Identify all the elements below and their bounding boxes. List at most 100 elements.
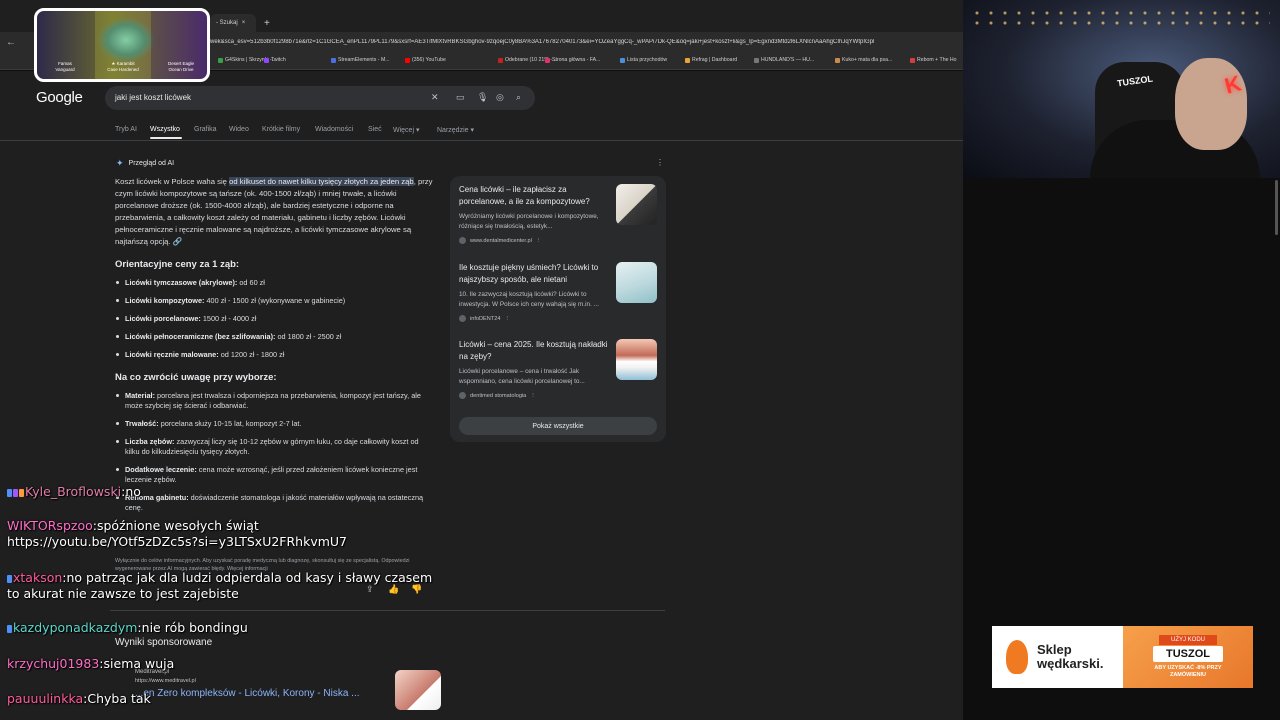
ai-overview-header: ✦ Przegląd od AI [116, 158, 174, 169]
chat-message: pauuulinkka:Chyba tak [7, 691, 437, 707]
shop-name-line2: wędkarski. [1037, 656, 1104, 671]
tab-label: - Szukaj [216, 20, 238, 26]
link-icon[interactable]: 🔗 [173, 237, 183, 246]
bookmark-favicon-icon [498, 57, 503, 63]
source-card-site[interactable]: dentimed stomatologia ⋮ [459, 392, 536, 399]
tab-8[interactable]: Narzędzie ▾ [437, 126, 474, 134]
prices-term: Licówki ręcznie malowane: [125, 350, 219, 359]
keyboard-icon[interactable]: ▭ [456, 92, 465, 103]
prices-item: Licówki pełnoceramiczne (bez szlifowania… [115, 332, 435, 342]
google-logo[interactable]: Google [36, 89, 83, 106]
chat-text: nie rób bondingu [141, 620, 248, 635]
bookmark-item[interactable]: HUNDLAND'S — HU... [754, 57, 814, 63]
bookmark-favicon-icon [545, 57, 550, 63]
prices-item: Licówki tymczasowe (akrylowe): od 60 zł [115, 278, 435, 288]
source-card-title[interactable]: Licówki – cena 2025. Ile kosztują nakład… [459, 339, 611, 363]
header-divider [0, 140, 963, 141]
bookmark-label: Rebom + The Ho [917, 57, 957, 63]
tab-5[interactable]: Wiadomości [315, 126, 353, 133]
new-tab-button[interactable]: + [258, 14, 276, 32]
bookmark-favicon-icon [910, 57, 915, 63]
bookmark-item[interactable]: Kuko+ mata dla psa... [835, 57, 892, 63]
tab-4[interactable]: Krótkie filmy [262, 126, 300, 133]
more-options-icon[interactable]: ⋮ [530, 393, 536, 399]
chat-badge-icon [7, 574, 12, 583]
browser-tab[interactable]: - Szukaj × [210, 14, 256, 32]
more-options-icon[interactable]: ⋮ [504, 316, 510, 322]
url-text[interactable]: wek&sca_esv=512b3b0f1298b71e&rlz=1C1GCEA… [210, 39, 960, 45]
site-favicon-icon [459, 315, 466, 322]
bookmark-item[interactable]: Rebom + The Ho [910, 57, 957, 63]
chat-username[interactable]: WIKTORspzoo [7, 518, 93, 533]
more-options-icon[interactable]: ⋮ [536, 238, 542, 244]
prices-text: od 1200 zł - 1800 zł [218, 350, 285, 359]
bookmark-item[interactable]: Strona główna - FA... [545, 57, 600, 63]
skin-label: Desert Eagle Ocean Drive [167, 61, 194, 72]
site-favicon-icon [459, 392, 466, 399]
source-card-description: Licówki porcelanowe – cena i trwałość Ja… [459, 368, 585, 385]
chat-username[interactable]: pauuulinkka [7, 691, 83, 706]
bookmark-label: Strona główna - FA... [552, 57, 601, 63]
skin-item: Famas Vanguard [37, 11, 93, 79]
prices-term: Licówki porcelanowe: [125, 314, 201, 323]
attention-item: Trwałość: porcelana służy 10-15 lat, kom… [115, 419, 435, 429]
bookmark-item[interactable]: Twitch [264, 57, 286, 63]
bookmark-favicon-icon [264, 57, 269, 63]
chat-username[interactable]: xtakson [13, 570, 62, 585]
source-card-site[interactable]: www.dentalmedicenter.pl ⋮ [459, 237, 541, 244]
source-thumbnail[interactable] [616, 339, 657, 380]
clear-icon[interactable]: ✕ [431, 92, 439, 103]
source-card-site-label: www.dentalmedicenter.pl [470, 237, 532, 244]
lens-icon[interactable]: ◎ [496, 92, 504, 103]
tab-2[interactable]: Grafika [194, 126, 217, 133]
promo-code: TUSZOL [1153, 646, 1223, 662]
active-tab-indicator [150, 137, 182, 139]
bookmark-item[interactable]: (356) YouTube [405, 57, 446, 63]
bookmark-label: Refrag | Dashboard [692, 57, 738, 63]
search-query[interactable]: jaki jest koszt licówek [115, 93, 191, 102]
source-card-title[interactable]: Cena licówki – ile zapłacisz za porcelan… [459, 184, 611, 208]
shop-name-line1: Sklep [1037, 642, 1072, 657]
attention-item: Materiał: porcelana jest trwalsza i odpo… [115, 391, 435, 411]
tab-7[interactable]: Więcej ▾ [393, 126, 419, 134]
bookmark-favicon-icon [835, 57, 840, 63]
attention-item: Liczba zębów: zazwyczaj liczy się 10-12 … [115, 437, 435, 457]
prices-term: Licówki kompozytowe: [125, 296, 205, 305]
source-thumbnail[interactable] [616, 262, 657, 303]
bookmark-favicon-icon [620, 57, 625, 63]
close-icon[interactable]: × [242, 20, 246, 26]
search-icon[interactable]: ⌕ [516, 92, 521, 103]
source-card-site[interactable]: infoDENT24 ⋮ [459, 315, 510, 322]
bookmark-favicon-icon [331, 57, 336, 63]
back-arrow-icon[interactable]: ← [6, 37, 16, 48]
tab-6[interactable]: Sieć [368, 126, 382, 133]
bookmark-item[interactable]: StreamElements - M... [331, 57, 390, 63]
ad-url[interactable]: https://www.meditravel.pl [135, 678, 196, 684]
source-card-title[interactable]: Ile kosztuje piękny uśmiech? Licówki to … [459, 262, 611, 286]
tab-1[interactable]: Wszystko [150, 126, 180, 133]
attention-heading: Na co zwrócić uwagę przy wyborze: [115, 372, 277, 383]
skin-drop-overlay: Famas Vanguard ★ Karambit Case Hardened … [34, 8, 210, 82]
chat-username[interactable]: kazdyponadkazdym [13, 620, 137, 635]
shop-name: Sklep wędkarski. [1037, 643, 1104, 671]
chat-message: krzychuj01983:siema wuja [7, 656, 437, 672]
microphone-icon[interactable]: 🎙 [477, 92, 488, 103]
chat-username[interactable]: Kyle_Broflowski [25, 484, 121, 499]
scrollbar[interactable] [1275, 180, 1278, 235]
bookmark-item[interactable]: Lista przychodów [620, 57, 667, 63]
tab-0[interactable]: Tryb AI [115, 126, 137, 133]
chat-text: siema wuja [103, 656, 175, 671]
screen: - Szukaj× + ← ⊞ wek&sca_esv=512b3b0f1298… [0, 0, 1280, 720]
show-all-button[interactable]: Pokaż wszystkie [459, 417, 657, 435]
ai-overview-intro: Koszt licówek w Polsce waha się od kilku… [115, 176, 435, 248]
bookmark-item[interactable]: Refrag | Dashboard [685, 57, 737, 63]
source-thumbnail[interactable] [616, 184, 657, 225]
chat-username[interactable]: krzychuj01983 [7, 656, 99, 671]
more-options-icon[interactable]: ⋮ [656, 158, 664, 167]
tab-3[interactable]: Wideo [229, 126, 249, 133]
attention-term: Liczba zębów: [125, 437, 175, 446]
prices-item: Licówki kompozytowe: 400 zł - 1500 zł (w… [115, 296, 435, 306]
attention-list: Materiał: porcelana jest trwalsza i odpo… [115, 391, 435, 521]
skin-label: ★ Karambit Case Hardened [107, 61, 139, 72]
bookmark-favicon-icon [218, 57, 223, 63]
